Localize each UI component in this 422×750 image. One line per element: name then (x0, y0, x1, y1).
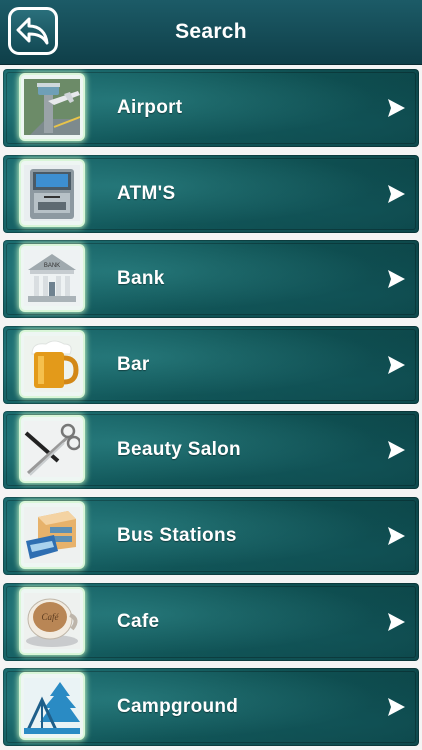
tent-icon (21, 674, 83, 739)
list-item-atm[interactable]: ATM'S (0, 150, 422, 236)
chevron-right-icon (388, 184, 405, 203)
bus-station-icon (21, 502, 83, 567)
back-button[interactable] (8, 7, 58, 55)
coffee-cup-icon: Café (21, 588, 83, 653)
list-item-label: Airport (117, 97, 183, 118)
chevron-right-icon (388, 441, 405, 460)
cafe-sign-text: Café (42, 612, 60, 622)
list-item-card: Bar (3, 325, 419, 404)
list-item-card: ATM'S (3, 154, 419, 233)
list-item-airport[interactable]: Airport (0, 64, 422, 150)
list-item-label: Campground (117, 696, 239, 718)
list-item-bank[interactable]: BANK Bank (0, 235, 422, 321)
list-item-label: Bar (117, 353, 150, 375)
chevron-right-icon (388, 355, 405, 374)
chevron-right-icon (388, 526, 405, 545)
category-list: Airport ATM'S BANK Bank Bar Beauty Salon… (0, 64, 422, 749)
scissors-icon (21, 417, 83, 482)
back-arrow-icon (16, 17, 49, 45)
list-item-label: Bus Stations (117, 524, 237, 546)
list-item-cafe[interactable]: Café Cafe (0, 578, 422, 664)
list-item-card: BANK Bank (3, 240, 419, 319)
list-item-card: Campground (3, 668, 419, 747)
atm-icon (21, 160, 83, 225)
chevron-right-icon (388, 698, 405, 717)
airport-icon (21, 75, 83, 139)
chevron-right-icon (388, 270, 405, 289)
list-item-label: ATM'S (117, 182, 176, 204)
list-item-bus-stations[interactable]: Bus Stations (0, 492, 422, 578)
list-item-label: Beauty Salon (117, 439, 241, 461)
list-item-label: Cafe (117, 610, 160, 632)
list-item-card: Beauty Salon (3, 411, 419, 490)
bank-sign-text: BANK (44, 263, 60, 269)
list-item-label: Bank (117, 268, 165, 290)
top-bar: Search (0, 0, 422, 65)
bank-icon: BANK (21, 246, 83, 311)
list-item-campground[interactable]: Campground (0, 663, 422, 749)
chevron-right-icon (388, 99, 405, 117)
list-item-card: Bus Stations (3, 496, 419, 575)
list-item-bar[interactable]: Bar (0, 321, 422, 407)
beer-icon (21, 331, 83, 396)
page-title: Search (175, 20, 247, 43)
list-item-card: Café Cafe (3, 582, 419, 661)
list-item-beauty-salon[interactable]: Beauty Salon (0, 406, 422, 492)
list-item-card: Airport (3, 69, 419, 147)
chevron-right-icon (388, 612, 405, 631)
